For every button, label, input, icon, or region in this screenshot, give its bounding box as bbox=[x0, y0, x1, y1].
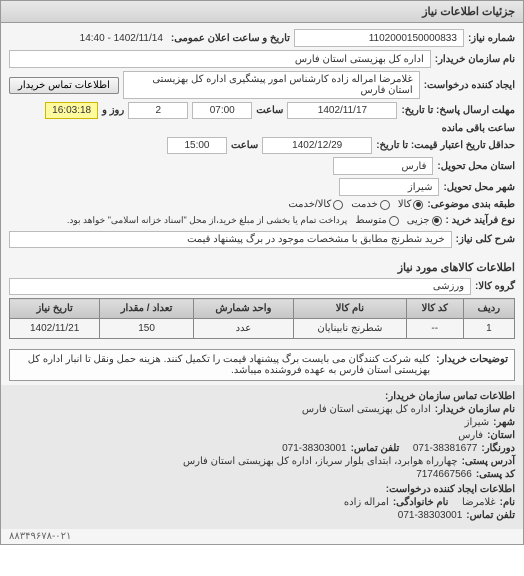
subject-group-radios: کالا خدمت کالا/خدمت bbox=[288, 199, 423, 210]
c-addr-k: آدرس پستی: bbox=[462, 456, 515, 467]
buyer-value: اداره کل بهزیستی استان فارس bbox=[9, 50, 431, 68]
radio-goods-label: کالا bbox=[398, 199, 412, 210]
radio-dot-icon bbox=[413, 200, 423, 210]
desc-value: خرید شطرنج مطابق با مشخصات موجود در برگ … bbox=[9, 231, 452, 248]
c-prov-k: استان: bbox=[487, 430, 515, 441]
days-suffix: روز و bbox=[102, 105, 124, 116]
footer-tel: ۸۸۳۴۹۶۷۸-۰۲۱ bbox=[1, 529, 523, 544]
c-addr-v: چهارراه هوابرد، ابتدای بلوار سرباز، ادار… bbox=[183, 456, 458, 467]
time-label-2: ساعت bbox=[231, 140, 258, 151]
th-row: ردیف bbox=[463, 299, 514, 319]
buy-mode-radios: جزیی متوسط bbox=[355, 215, 441, 226]
radio-small-label: جزیی bbox=[407, 215, 430, 226]
province-value: فارس bbox=[333, 157, 433, 175]
th-code: کد کالا bbox=[406, 299, 463, 319]
r-family-v: امراله زاده bbox=[344, 497, 389, 508]
time-label-1: ساعت bbox=[256, 105, 283, 116]
c-post-k: کد پستی: bbox=[476, 469, 515, 480]
th-name: نام کالا bbox=[293, 299, 406, 319]
r-tel-k: تلفن تماس: bbox=[466, 510, 515, 521]
table-cell: عدد bbox=[193, 319, 293, 339]
table-cell: 1 bbox=[463, 319, 514, 339]
req-contact-title: اطلاعات ایجاد کننده درخواست: bbox=[386, 484, 515, 495]
c-fax-k: دورنگار: bbox=[481, 443, 515, 454]
buymode-note: پرداخت تمام یا بخشی از مبلغ خرید،از محل … bbox=[63, 213, 351, 228]
details-panel: جزئیات اطلاعات نیاز شماره نیاز: 11020001… bbox=[0, 0, 524, 545]
radio-service[interactable]: خدمت bbox=[351, 199, 390, 210]
table-cell: شطرنج نابینایان bbox=[293, 319, 406, 339]
c-tel-k: تلفن تماس: bbox=[351, 443, 400, 454]
announce-value: 1402/11/14 - 14:40 bbox=[76, 31, 167, 46]
c-prov-v: فارس bbox=[458, 430, 483, 441]
contact-buyer-button[interactable]: اطلاعات تماس خریدار bbox=[9, 77, 119, 94]
contact-title: اطلاعات تماس سازمان خریدار: bbox=[385, 391, 515, 402]
panel-title: جزئیات اطلاعات نیاز bbox=[1, 1, 523, 23]
requester-label: ایجاد کننده درخواست: bbox=[424, 80, 515, 91]
city-value: شیراز bbox=[339, 178, 439, 196]
note-text: کلیه شرکت کنندگان می بایست برگ پیشنهاد ق… bbox=[16, 354, 430, 376]
validity-label: حداقل تاریخ اعتبار قیمت: تا تاریخ: bbox=[376, 140, 515, 151]
table-cell: -- bbox=[406, 319, 463, 339]
buymode-label: نوع فرآیند خرید : bbox=[446, 215, 515, 226]
radio-dot-icon bbox=[432, 216, 442, 226]
radio-both-label: کالا/خدمت bbox=[288, 199, 331, 210]
days-remaining: 2 bbox=[128, 102, 188, 119]
province-label: استان محل تحویل: bbox=[437, 161, 515, 172]
goods-section-title: اطلاعات کالاهای مورد نیاز bbox=[1, 257, 523, 278]
radio-dot-icon bbox=[380, 200, 390, 210]
c-city-k: شهر: bbox=[493, 417, 515, 428]
radio-goods[interactable]: کالا bbox=[398, 199, 424, 210]
contact-section: اطلاعات تماس سازمان خریدار: نام سازمان خ… bbox=[1, 385, 523, 529]
c-post-v: 7174667566 bbox=[416, 469, 472, 480]
need-no-value: 1102000150000833 bbox=[294, 29, 464, 47]
th-unit: واحد شمارش bbox=[193, 299, 293, 319]
r-name-v: غلامرضا bbox=[462, 497, 496, 508]
form-body: شماره نیاز: 1102000150000833 تاریخ و ساع… bbox=[1, 23, 523, 257]
requester-value: غلامرضا امراله زاده کارشناس امور پیشگیری… bbox=[123, 71, 420, 99]
deadline-label: مهلت ارسال پاسخ: تا تاریخ: bbox=[401, 105, 515, 116]
radio-service-label: خدمت bbox=[351, 199, 378, 210]
c-city-v: شیراز bbox=[465, 417, 490, 428]
buyer-note-box: توضیحات خریدار: کلیه شرکت کنندگان می بای… bbox=[9, 349, 515, 381]
radio-both[interactable]: کالا/خدمت bbox=[288, 199, 343, 210]
radio-small[interactable]: جزیی bbox=[407, 215, 442, 226]
th-qty: تعداد / مقدار bbox=[100, 299, 194, 319]
note-label: توضیحات خریدار: bbox=[436, 354, 508, 376]
table-cell: 1402/11/21 bbox=[10, 319, 100, 339]
need-no-label: شماره نیاز: bbox=[468, 33, 515, 44]
buyer-label: نام سازمان خریدار: bbox=[435, 54, 515, 65]
group-name-value: ورزشی bbox=[9, 278, 471, 295]
radio-dot-icon bbox=[389, 216, 399, 226]
goods-table: ردیف کد کالا نام کالا واحد شمارش تعداد /… bbox=[9, 298, 515, 339]
validity-date: 1402/12/29 bbox=[262, 137, 372, 154]
countdown-suffix: ساعت باقی مانده bbox=[442, 123, 515, 134]
announce-label: تاریخ و ساعت اعلان عمومی: bbox=[171, 33, 290, 44]
deadline-time: 07:00 bbox=[192, 102, 252, 119]
desc-label: شرح کلی نیاز: bbox=[456, 234, 515, 245]
city-label: شهر محل تحویل: bbox=[443, 182, 515, 193]
radio-medium-label: متوسط bbox=[355, 215, 386, 226]
validity-time: 15:00 bbox=[167, 137, 227, 154]
table-header-row: ردیف کد کالا نام کالا واحد شمارش تعداد /… bbox=[10, 299, 515, 319]
countdown-timer: 16:03:18 bbox=[45, 102, 98, 119]
c-tel-v: 071-38303001 bbox=[282, 443, 347, 454]
r-name-k: نام: bbox=[500, 497, 515, 508]
radio-medium[interactable]: متوسط bbox=[355, 215, 398, 226]
deadline-date: 1402/11/17 bbox=[287, 102, 397, 119]
r-tel-v: 071-38303001 bbox=[398, 510, 463, 521]
th-date: تاریخ نیاز bbox=[10, 299, 100, 319]
r-family-k: نام خانوادگی: bbox=[393, 497, 449, 508]
radio-dot-icon bbox=[333, 200, 343, 210]
group-name-label: گروه کالا: bbox=[475, 281, 515, 292]
c-org-k: نام سازمان خریدار: bbox=[435, 404, 515, 415]
table-cell: 150 bbox=[100, 319, 194, 339]
group-label: طبقه بندی موضوعی: bbox=[427, 199, 515, 210]
c-fax-v: 071-38381677 bbox=[413, 443, 478, 454]
c-org-v: اداره کل بهزیستی استان فارس bbox=[302, 404, 431, 415]
table-row[interactable]: 1--شطرنج نابینایانعدد1501402/11/21 bbox=[10, 319, 515, 339]
